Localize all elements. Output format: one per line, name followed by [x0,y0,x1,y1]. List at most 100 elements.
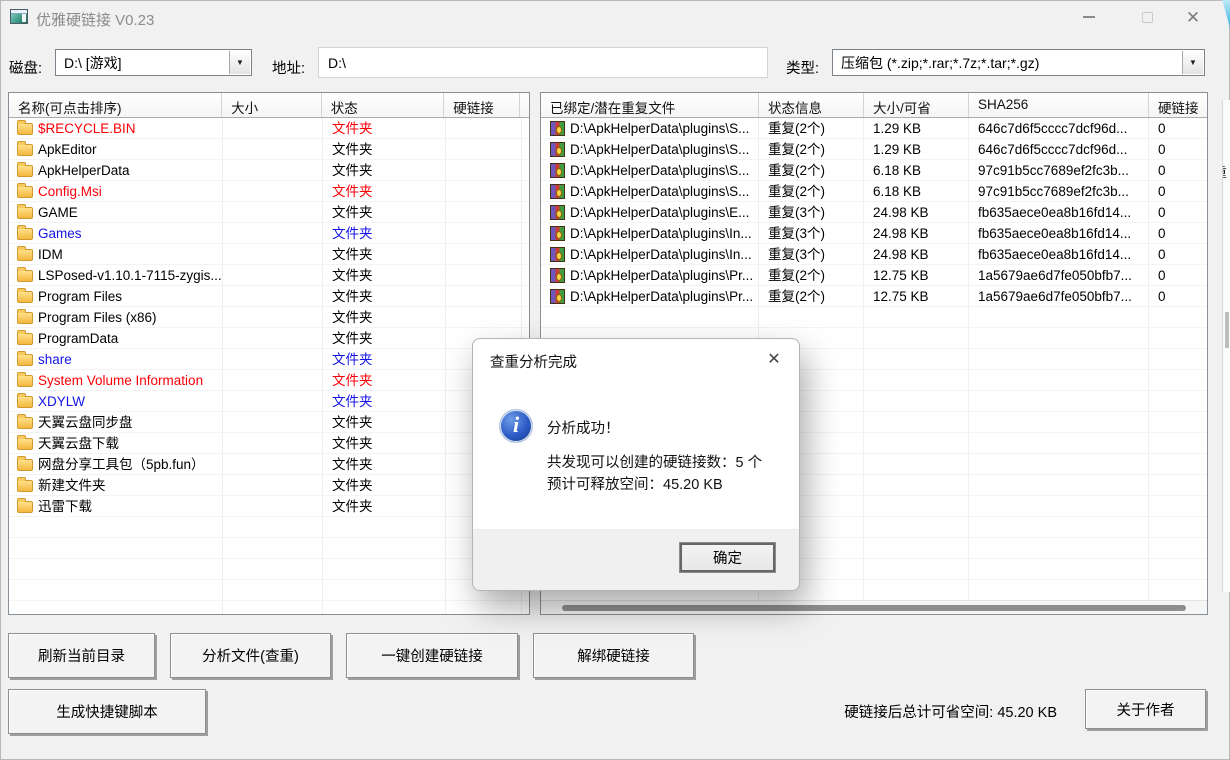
duplicate-file-cell[interactable]: D:\ApkHelperData\plugins\S... [541,181,759,202]
duplicate-file-cell[interactable]: D:\ApkHelperData\plugins\Pr... [541,286,759,307]
folder-row[interactable]: share 文件夹 [9,349,529,370]
disk-combobox[interactable]: D:\ [游戏] ▼ [55,49,252,76]
duplicate-file-cell[interactable]: D:\ApkHelperData\plugins\S... [541,139,759,160]
duplicate-row[interactable]: D:\ApkHelperData\plugins\E... 重复(3个) 24.… [541,202,1207,223]
address-input[interactable] [318,47,768,78]
folder-name-cell[interactable]: XDYLW [9,391,223,412]
folder-row[interactable]: LSPosed-v1.10.1-7115-zygis... 文件夹 [9,265,529,286]
folder-row[interactable]: Program Files (x86) 文件夹 [9,307,529,328]
header-file[interactable]: 已绑定/潜在重复文件 [541,93,759,117]
duplicate-file-cell[interactable]: D:\ApkHelperData\plugins\In... [541,223,759,244]
folder-name-cell[interactable]: Program Files [9,286,223,307]
duplicate-row[interactable]: D:\ApkHelperData\plugins\S... 重复(2个) 1.2… [541,118,1207,139]
folder-icon [17,186,33,198]
type-combobox[interactable]: 压缩包 (*.zip;*.rar;*.7z;*.tar;*.gz) ▼ [832,49,1205,76]
folder-row[interactable]: GAME 文件夹 [9,202,529,223]
folder-name-cell[interactable]: ApkHelperData [9,160,223,181]
folder-row[interactable]: 天翼云盘下载 文件夹 [9,433,529,454]
folder-name-cell[interactable]: GAME [9,202,223,223]
folder-name-cell[interactable]: 迅雷下载 [9,496,223,517]
info-icon: i [499,409,533,443]
header-statusinfo[interactable]: 状态信息 [759,93,864,117]
folder-row[interactable]: ApkHelperData 文件夹 [9,160,529,181]
folder-status-cell: 文件夹 [323,496,446,517]
folder-row[interactable]: Program Files 文件夹 [9,286,529,307]
folder-row[interactable]: Games 文件夹 [9,223,529,244]
minimize-button[interactable] [1066,0,1112,34]
duplicate-sha256-cell: 97c91b5cc7689ef2fc3b... [969,160,1149,181]
dialog-message: 分析成功！ [547,417,620,438]
folder-row[interactable]: XDYLW 文件夹 [9,391,529,412]
header-status[interactable]: 状态 [322,93,445,117]
folder-name: 迅雷下载 [38,497,92,517]
folder-row[interactable]: 迅雷下载 文件夹 [9,496,529,517]
duplicate-row[interactable]: D:\ApkHelperData\plugins\Pr... 重复(2个) 12… [541,265,1207,286]
folder-name-cell[interactable]: ApkEditor [9,139,223,160]
horizontal-scrollbar[interactable] [541,600,1207,614]
chevron-down-icon[interactable]: ▼ [229,51,250,74]
folder-name-cell[interactable]: Config.Msi [9,181,223,202]
folder-row[interactable]: Config.Msi 文件夹 [9,181,529,202]
folder-row[interactable]: ProgramData 文件夹 [9,328,529,349]
folder-name: 新建文件夹 [38,476,106,496]
chevron-down-icon[interactable]: ▼ [1182,51,1203,74]
header-name[interactable]: 名称(可点击排序) [9,93,222,117]
duplicate-row[interactable]: D:\ApkHelperData\plugins\S... 重复(2个) 1.2… [541,139,1207,160]
header-hardlink[interactable]: 硬链接 [444,93,520,117]
folder-name-cell[interactable]: System Volume Information [9,370,223,391]
duplicate-file-cell[interactable]: D:\ApkHelperData\plugins\S... [541,118,759,139]
generate-script-button[interactable]: 生成快捷键脚本 [8,689,206,734]
duplicate-file-cell[interactable]: D:\ApkHelperData\plugins\S... [541,160,759,181]
folder-name-cell[interactable]: Program Files (x86) [9,307,223,328]
folder-name-cell[interactable]: LSPosed-v1.10.1-7115-zygis... [9,265,223,286]
analyze-files-button[interactable]: 分析文件(查重) [170,633,331,678]
folder-row[interactable]: 新建文件夹 文件夹 [9,475,529,496]
dialog-close-button[interactable]: ✕ [759,345,789,373]
header-spacer [520,93,529,117]
duplicate-row[interactable]: D:\ApkHelperData\plugins\Pr... 重复(2个) 12… [541,286,1207,307]
header-size[interactable]: 大小 [222,93,322,117]
folder-name-cell[interactable]: 天翼云盘下载 [9,433,223,454]
folder-name-cell[interactable]: share [9,349,223,370]
about-author-button[interactable]: 关于作者 [1085,689,1206,729]
duplicate-row[interactable]: D:\ApkHelperData\plugins\S... 重复(2个) 6.1… [541,160,1207,181]
folder-name-cell[interactable]: ProgramData [9,328,223,349]
unbind-hardlinks-button[interactable]: 解绑硬链接 [533,633,694,678]
folder-name-cell[interactable]: 网盘分享工具包（5pb.fun） [9,454,223,475]
folder-name-cell[interactable]: IDM [9,244,223,265]
header-sha256[interactable]: SHA256 [969,93,1149,117]
folder-hardlink-cell [446,307,522,328]
folder-row[interactable]: IDM 文件夹 [9,244,529,265]
duplicate-size-cell: 12.75 KB [864,265,969,286]
total-savings-text: 硬链接后总计可省空间: 45.20 KB [844,701,1057,722]
folder-row[interactable]: ApkEditor 文件夹 [9,139,529,160]
duplicate-file-cell[interactable]: D:\ApkHelperData\plugins\E... [541,202,759,223]
duplicate-status-cell: 重复(2个) [759,118,864,139]
folder-name-cell[interactable]: 新建文件夹 [9,475,223,496]
folder-row[interactable]: $RECYCLE.BIN 文件夹 [9,118,529,139]
folder-name-cell[interactable]: 天翼云盘同步盘 [9,412,223,433]
folder-size-cell [223,349,323,370]
header-hardlink[interactable]: 硬链接 [1149,93,1207,117]
duplicate-row[interactable]: D:\ApkHelperData\plugins\In... 重复(3个) 24… [541,244,1207,265]
folder-row[interactable]: 天翼云盘同步盘 文件夹 [9,412,529,433]
folder-name-cell[interactable]: Games [9,223,223,244]
duplicate-file-cell[interactable]: D:\ApkHelperData\plugins\In... [541,244,759,265]
ok-button[interactable]: 确定 [679,542,776,573]
scrollbar-thumb[interactable] [562,605,1186,611]
folder-row[interactable]: System Volume Information 文件夹 [9,370,529,391]
folder-row[interactable]: 网盘分享工具包（5pb.fun） 文件夹 [9,454,529,475]
duplicate-status-cell: 重复(2个) [759,265,864,286]
header-size-savable[interactable]: 大小/可省 [864,93,969,117]
refresh-directory-button[interactable]: 刷新当前目录 [8,633,155,678]
address-label: 地址: [272,57,305,78]
folder-name-cell[interactable]: $RECYCLE.BIN [9,118,223,139]
close-button[interactable]: ✕ [1170,0,1216,34]
folder-icon [17,501,33,513]
duplicate-row[interactable]: D:\ApkHelperData\plugins\In... 重复(3个) 24… [541,223,1207,244]
duplicate-file-cell[interactable]: D:\ApkHelperData\plugins\Pr... [541,265,759,286]
create-hardlinks-button[interactable]: 一键创建硬链接 [346,633,518,678]
duplicate-file-path: D:\ApkHelperData\plugins\S... [570,119,749,139]
maximize-button[interactable] [1124,0,1170,34]
duplicate-row[interactable]: D:\ApkHelperData\plugins\S... 重复(2个) 6.1… [541,181,1207,202]
